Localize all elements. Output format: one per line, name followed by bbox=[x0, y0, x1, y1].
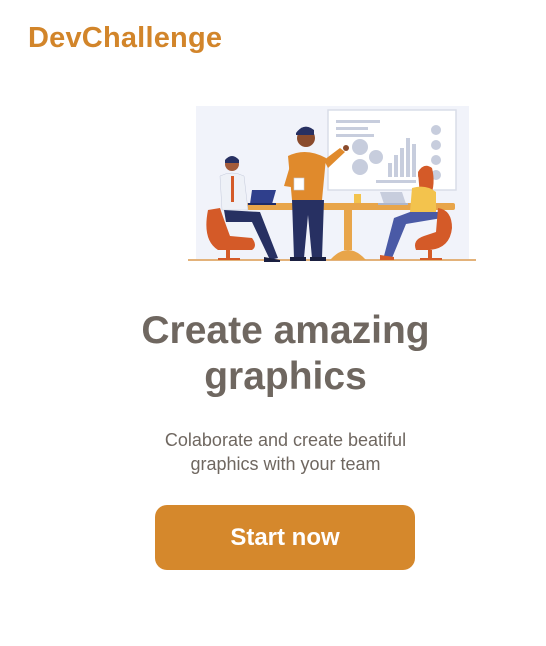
page-subtitle-line-2: graphics with your team bbox=[190, 454, 381, 474]
page-title-line-2: graphics bbox=[204, 355, 367, 398]
brand-logo: DevChallenge bbox=[28, 22, 223, 54]
page-subtitle: Colaborate and create beatiful graphics … bbox=[0, 428, 546, 476]
team-presentation-illustration bbox=[188, 106, 476, 262]
page-title-line-1: Create amazing bbox=[141, 309, 430, 352]
start-now-button[interactable]: Start now bbox=[155, 505, 415, 570]
page-subtitle-line-1: Colaborate and create beatiful bbox=[164, 430, 407, 450]
page-title: Create amazing graphics bbox=[0, 308, 546, 400]
